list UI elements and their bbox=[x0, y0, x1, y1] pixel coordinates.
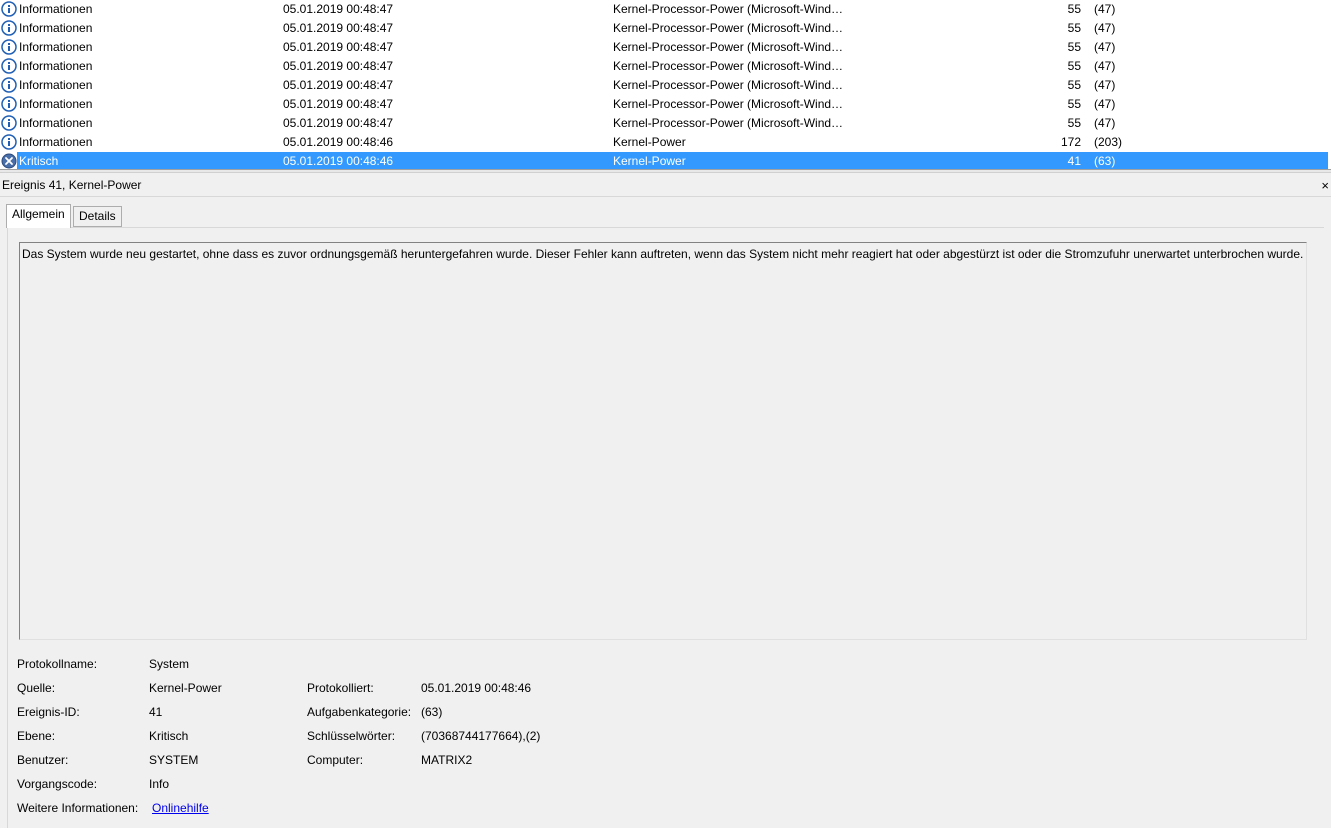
event-row[interactable]: Informationen 05.01.2019 00:48:47 Kernel-P… bbox=[0, 114, 1331, 133]
online-help-link[interactable]: Onlinehilfe bbox=[152, 800, 209, 816]
detail-title: Ereignis 41, Kernel-Power bbox=[2, 178, 142, 192]
event-row[interactable]: Informationen 05.01.2019 00:48:47 Kernel-P… bbox=[0, 38, 1331, 57]
event-date: 05.01.2019 00:48:46 bbox=[283, 135, 394, 149]
list-splitter[interactable] bbox=[0, 169, 1331, 173]
keywords-label: Schlüsselwörter: bbox=[307, 729, 396, 743]
info-icon bbox=[1, 134, 17, 150]
log-name-label: Protokollname: bbox=[17, 657, 98, 671]
info-icon bbox=[1, 115, 17, 131]
event-id: 172 bbox=[1060, 135, 1081, 149]
opcode-value: Info bbox=[149, 777, 170, 791]
event-row[interactable]: Informationen 05.01.2019 00:48:47 Kernel-P… bbox=[0, 76, 1331, 95]
description-box[interactable]: Das System wurde neu gestartet, ohne das… bbox=[19, 242, 1307, 640]
info-icon bbox=[1, 39, 17, 55]
event-list: Informationen 05.01.2019 00:48:47 Kernel-P… bbox=[0, 0, 1331, 171]
event-task: (47) bbox=[1094, 2, 1116, 16]
critical-icon bbox=[1, 153, 17, 169]
close-icon[interactable]: × bbox=[1321, 174, 1329, 197]
event-level: Informationen bbox=[19, 59, 93, 73]
task-category-label: Aufgabenkategorie: bbox=[307, 705, 412, 719]
level-label: Ebene: bbox=[17, 729, 56, 743]
event-level: Informationen bbox=[19, 97, 93, 111]
event-row[interactable]: Informationen 05.01.2019 00:48:46 Kernel-P… bbox=[0, 133, 1331, 152]
opcode-label: Vorgangscode: bbox=[17, 777, 98, 791]
event-date: 05.01.2019 00:48:47 bbox=[283, 59, 394, 73]
event-task: (47) bbox=[1094, 97, 1116, 111]
info-icon bbox=[1, 77, 17, 93]
more-info-label: Weitere Informationen: bbox=[17, 801, 139, 815]
event-row[interactable]: Informationen 05.01.2019 00:48:47 Kernel-P… bbox=[0, 57, 1331, 76]
event-date: 05.01.2019 00:48:47 bbox=[283, 78, 394, 92]
event-id: 55 bbox=[1067, 21, 1081, 35]
detail-header: Ereignis 41, Kernel-Power × bbox=[0, 174, 1331, 197]
level-value: Kritisch bbox=[149, 729, 189, 743]
logged-label: Protokolliert: bbox=[307, 681, 374, 695]
event-source: Kernel-Processor-Power (Microsoft-Wind… bbox=[613, 40, 844, 54]
info-icon bbox=[1, 58, 17, 74]
task-category-value: (63) bbox=[421, 705, 443, 719]
event-source: Kernel-Processor-Power (Microsoft-Wind… bbox=[613, 59, 844, 73]
event-date: 05.01.2019 00:48:47 bbox=[283, 97, 394, 111]
keywords-value: (70368744177664),(2) bbox=[421, 729, 541, 743]
event-source: Kernel-Processor-Power (Microsoft-Wind… bbox=[613, 2, 844, 16]
event-row[interactable]: Informationen 05.01.2019 00:48:47 Kernel-P… bbox=[0, 0, 1331, 19]
event-id: 55 bbox=[1067, 2, 1081, 16]
tab-general[interactable]: Allgemein bbox=[6, 204, 71, 228]
event-id: 55 bbox=[1067, 59, 1081, 73]
event-level: Informationen bbox=[19, 21, 93, 35]
log-name-value: System bbox=[149, 657, 190, 671]
event-source: Kernel-Processor-Power (Microsoft-Wind… bbox=[613, 116, 844, 130]
event-date: 05.01.2019 00:48:47 bbox=[283, 2, 394, 16]
event-task: (47) bbox=[1094, 116, 1116, 130]
event-task: (47) bbox=[1094, 78, 1116, 92]
source-value: Kernel-Power bbox=[149, 681, 222, 695]
event-date: 05.01.2019 00:48:47 bbox=[283, 21, 394, 35]
logged-value: 05.01.2019 00:48:46 bbox=[421, 681, 532, 695]
event-task: (203) bbox=[1094, 135, 1123, 149]
event-task: (47) bbox=[1094, 59, 1116, 73]
event-source: Kernel-Power bbox=[613, 135, 686, 149]
event-date: 05.01.2019 00:48:47 bbox=[283, 116, 394, 130]
info-icon bbox=[1, 96, 17, 112]
event-level: Informationen bbox=[19, 78, 93, 92]
event-id: 55 bbox=[1067, 97, 1081, 111]
event-id-label: Ereignis-ID: bbox=[17, 705, 80, 719]
tab-details[interactable]: Details bbox=[73, 206, 122, 227]
event-source: Kernel-Processor-Power (Microsoft-Wind… bbox=[613, 21, 844, 35]
event-id-value: 41 bbox=[149, 705, 163, 719]
event-row[interactable]: Informationen 05.01.2019 00:48:47 Kernel-P… bbox=[0, 19, 1331, 38]
event-source: Kernel-Processor-Power (Microsoft-Wind… bbox=[613, 97, 844, 111]
event-id: 55 bbox=[1067, 116, 1081, 130]
computer-value: MATRIX2 bbox=[421, 753, 473, 767]
event-level: Informationen bbox=[19, 40, 93, 54]
info-icon bbox=[1, 20, 17, 36]
event-level: Informationen bbox=[19, 116, 93, 130]
event-task: (47) bbox=[1094, 21, 1116, 35]
user-label: Benutzer: bbox=[17, 753, 69, 767]
event-level: Informationen bbox=[19, 135, 93, 149]
event-source: Kernel-Processor-Power (Microsoft-Wind… bbox=[613, 78, 844, 92]
event-row[interactable]: Informationen 05.01.2019 00:48:47 Kernel-P… bbox=[0, 95, 1331, 114]
source-label: Quelle: bbox=[17, 681, 56, 695]
event-level: Informationen bbox=[19, 2, 93, 16]
event-task: (47) bbox=[1094, 40, 1116, 54]
info-icon bbox=[1, 1, 17, 17]
event-date: 05.01.2019 00:48:47 bbox=[283, 40, 394, 54]
computer-label: Computer: bbox=[307, 753, 364, 767]
user-value: SYSTEM bbox=[149, 753, 199, 767]
event-id: 55 bbox=[1067, 78, 1081, 92]
event-id: 55 bbox=[1067, 40, 1081, 54]
